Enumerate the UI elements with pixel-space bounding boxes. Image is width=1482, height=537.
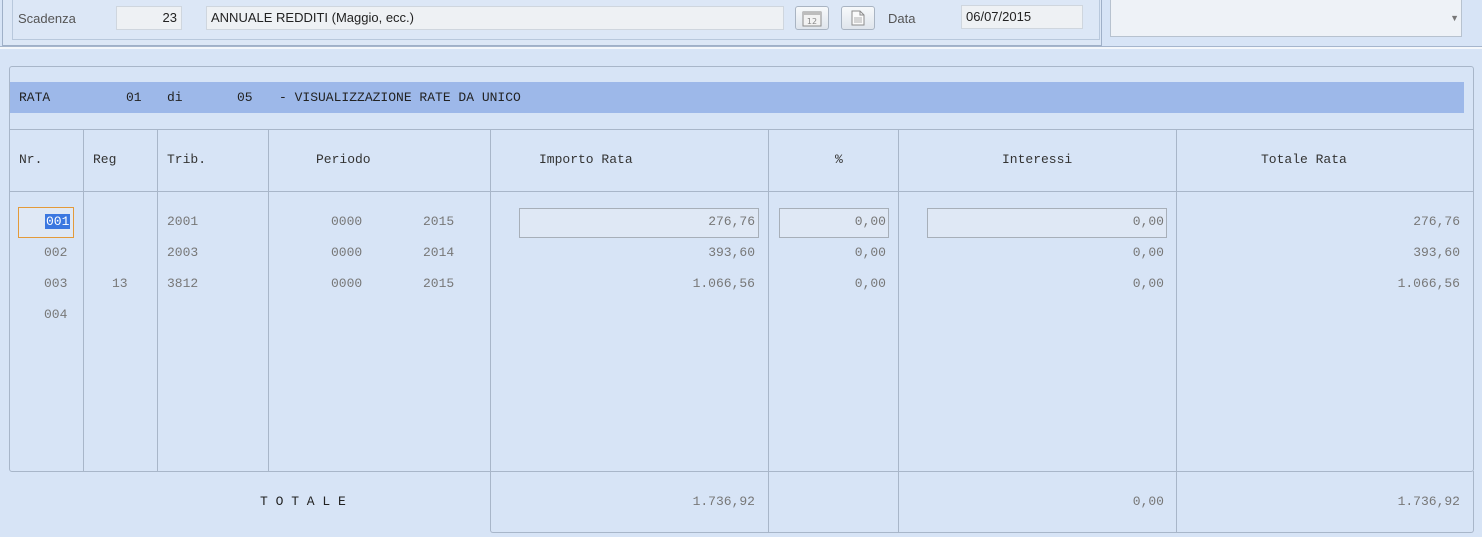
row-reg: 13	[112, 276, 128, 291]
rate-panel	[9, 66, 1474, 472]
column-header-nr: Nr.	[19, 152, 43, 167]
scroll-down-arrow-icon[interactable]: ▼	[1450, 13, 1459, 23]
row-totale: 393,60	[1413, 245, 1460, 260]
row-importo: 1.066,56	[692, 276, 755, 291]
scadenza-description-field[interactable]: ANNUALE REDDITI (Maggio, ecc.)	[206, 6, 784, 30]
total-totale: 1.736,92	[1397, 494, 1460, 509]
calendar-icon: 12	[802, 11, 822, 26]
column-header-reg: Reg	[93, 152, 117, 167]
row-nr[interactable]: 001	[45, 214, 71, 230]
rata-of-label: di	[167, 90, 183, 105]
row-periodo-to: 2015	[423, 214, 455, 229]
row-percent: 0,00	[854, 245, 886, 260]
row-nr[interactable]: 004	[44, 307, 67, 323]
header-separator	[0, 46, 1482, 49]
total-interessi: 0,00	[1132, 494, 1164, 509]
date-field[interactable]: 06/07/2015	[961, 5, 1083, 29]
column-header-totale-rata: Totale Rata	[1261, 152, 1347, 167]
rata-total: 05	[237, 90, 253, 105]
column-header-periodo: Periodo	[316, 152, 371, 167]
calendar-button[interactable]: 12	[795, 6, 829, 30]
column-header-importo-rata: Importo Rata	[539, 152, 633, 167]
row-interessi: 0,00	[1132, 245, 1164, 260]
document-button[interactable]	[841, 6, 875, 30]
column-header-interessi: Interessi	[1002, 152, 1073, 167]
row-trib: 2003	[167, 245, 199, 260]
svg-text:12: 12	[807, 17, 817, 26]
data-label: Data	[888, 11, 916, 26]
column-divider	[157, 129, 158, 471]
row-totale: 276,76	[1413, 214, 1460, 229]
row-periodo-to: 2014	[423, 245, 455, 260]
notes-box[interactable]: ▼	[1110, 0, 1462, 37]
scadenza-code-field[interactable]: 23	[116, 6, 182, 30]
rata-number: 01	[126, 90, 142, 105]
column-header-percent: %	[835, 152, 843, 167]
rata-label: RATA	[19, 90, 51, 105]
header-bottom-rule	[10, 191, 1474, 192]
row-percent: 0,00	[854, 276, 886, 291]
header-top-rule	[10, 129, 1474, 130]
row-nr[interactable]: 003	[44, 276, 67, 292]
row-trib: 3812	[167, 276, 199, 291]
column-divider	[268, 129, 269, 471]
document-icon	[851, 10, 865, 26]
row-periodo-from: 0000	[331, 276, 363, 291]
row-percent: 0,00	[854, 214, 886, 229]
row-totale: 1.066,56	[1397, 276, 1460, 291]
row-interessi: 0,00	[1132, 276, 1164, 291]
rata-title-bar: RATA 01 di 05 - VISUALIZZAZIONE RATE DA …	[10, 82, 1464, 113]
column-header-trib: Trib.	[167, 152, 207, 167]
column-divider	[83, 129, 84, 471]
totals-label: T O T A L E	[260, 494, 346, 509]
scadenza-label: Scadenza	[18, 11, 76, 26]
row-interessi: 0,00	[1132, 214, 1164, 229]
row-periodo-to: 2015	[423, 276, 455, 291]
row-periodo-from: 0000	[331, 214, 363, 229]
row-nr[interactable]: 002	[44, 245, 67, 261]
total-importo: 1.736,92	[692, 494, 755, 509]
row-periodo-from: 0000	[331, 245, 363, 260]
row-importo: 276,76	[708, 214, 755, 229]
row-trib: 2001	[167, 214, 199, 229]
rata-description: - VISUALIZZAZIONE RATE DA UNICO	[279, 90, 521, 105]
column-divider	[490, 129, 491, 471]
row-importo: 393,60	[708, 245, 755, 260]
